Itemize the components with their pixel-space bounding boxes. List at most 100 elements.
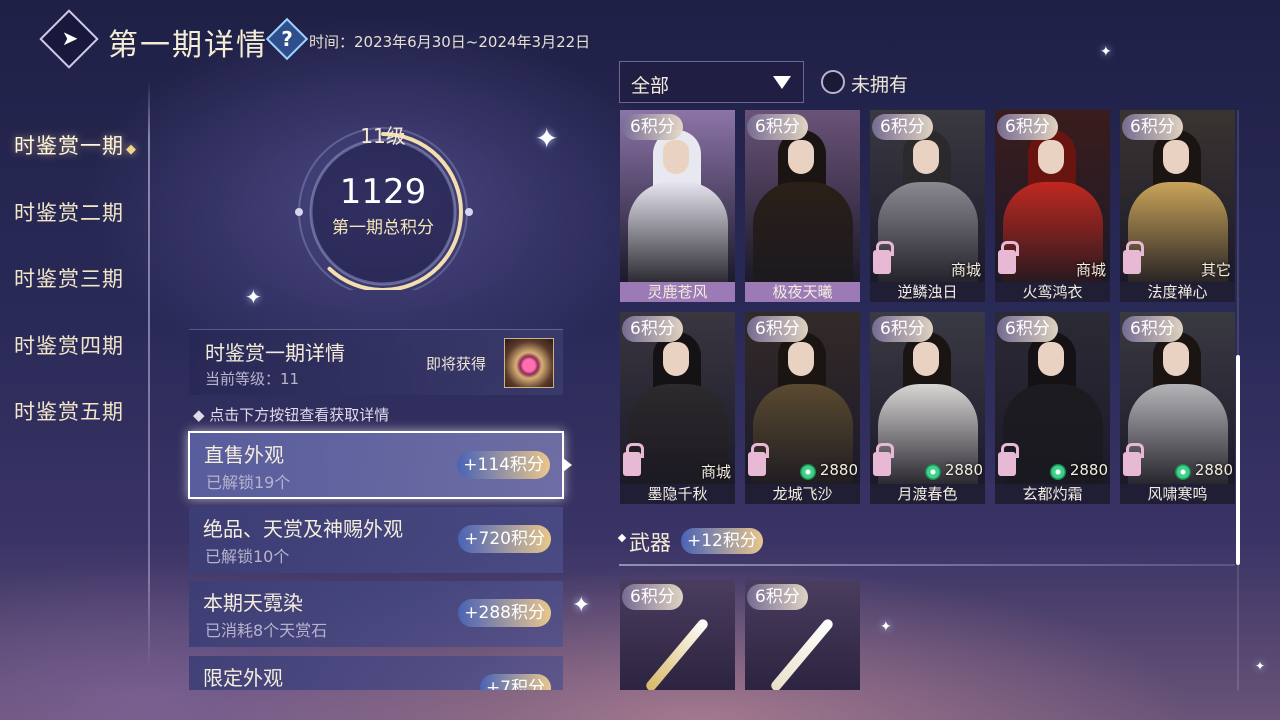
points-badge: 6积分	[872, 316, 933, 342]
category-title: 绝品、天赏及神赐外观	[203, 517, 403, 541]
lock-icon	[873, 241, 894, 274]
jade-coin-icon	[1175, 464, 1191, 480]
outfit-card[interactable]: 6积分 商城 火鸾鸿衣	[995, 110, 1110, 302]
points-badge: 6积分	[1122, 114, 1183, 140]
lock-icon	[998, 443, 1019, 476]
active-marker-icon: ◆	[126, 142, 137, 157]
source-label: 商城	[700, 463, 731, 481]
outfit-card[interactable]: 6积分极夜天曦	[745, 110, 860, 302]
filter-value: 全部	[631, 75, 670, 97]
sparkle-decoration: ✦	[535, 122, 559, 155]
total-score-label: 第一期总积分	[332, 218, 434, 238]
category-points-badge: +114积分	[457, 451, 550, 479]
tab-rail	[148, 80, 150, 670]
tab-period-4[interactable]: 时鉴赏四期	[14, 330, 137, 397]
outfit-card[interactable]: 6积分 2880 龙城飞沙	[745, 312, 860, 504]
category-direct-sale[interactable]: 直售外观 已解锁19个 +114积分	[188, 431, 564, 499]
category-subtitle: 已消耗8个天赏石	[205, 621, 328, 640]
lock-icon	[1123, 443, 1144, 476]
outfit-name: 极夜天曦	[745, 282, 860, 302]
category-title: 限定外观	[203, 666, 283, 690]
outfit-name: 风啸寒鸣	[1120, 484, 1235, 504]
lock-icon	[998, 241, 1019, 274]
points-badge: 6积分	[747, 316, 808, 342]
lock-icon	[748, 443, 769, 476]
period-tabs: 时鉴赏一期 ◆ 时鉴赏二期 时鉴赏三期 时鉴赏四期 时鉴赏五期	[14, 130, 137, 463]
weapon-card[interactable]: 6积分	[745, 580, 860, 690]
category-dye[interactable]: 本期天霓染 已消耗8个天赏石 +288积分	[189, 581, 563, 647]
jade-coin-icon	[1050, 464, 1066, 480]
selected-pointer-icon	[563, 458, 572, 472]
figure-outfit	[753, 182, 853, 292]
points-badge: 6积分	[872, 114, 933, 140]
outfit-name: 法度禅心	[1120, 282, 1235, 302]
ring-node	[465, 208, 473, 216]
outfit-card[interactable]: 6积分 2880 玄都灼霜	[995, 312, 1110, 504]
category-premium[interactable]: 绝品、天赏及神赐外观 已解锁10个 +720积分	[189, 507, 563, 573]
figure-face	[788, 140, 814, 174]
points-badge: 6积分	[997, 316, 1058, 342]
weapon-image	[644, 617, 710, 690]
source-label: 其它	[1200, 261, 1231, 279]
filter-dropdown[interactable]: 全部	[619, 61, 804, 103]
upcoming-reward-thumbnail[interactable]	[504, 338, 554, 388]
inner-ring	[309, 138, 457, 286]
points-badge: 6积分	[747, 114, 808, 140]
points-badge: 6积分	[997, 114, 1058, 140]
jade-coin-icon	[925, 464, 941, 480]
tab-period-3[interactable]: 时鉴赏三期	[14, 263, 137, 330]
category-points-badge: +720积分	[458, 525, 551, 553]
outfit-name: 龙城飞沙	[745, 484, 860, 504]
sparkle-decoration: ✦	[572, 593, 591, 618]
source-label: 商城	[950, 261, 981, 279]
section-title: 武器	[629, 531, 671, 555]
category-limited[interactable]: 限定外观 +7积分	[189, 656, 563, 690]
outfit-card[interactable]: 6积分 2880 风啸寒鸣	[1120, 312, 1235, 504]
outfit-name: 灵鹿苍风	[620, 282, 735, 302]
current-level: 11级	[360, 124, 406, 148]
chevron-down-icon	[773, 76, 791, 89]
total-score: 1129	[339, 172, 427, 212]
category-points-badge: +288积分	[458, 599, 551, 627]
outfit-card[interactable]: 6积分 商城 墨隐千秋	[620, 312, 735, 504]
divider	[619, 564, 1235, 566]
weapon-card[interactable]: 6积分	[620, 580, 735, 690]
category-subtitle: 已解锁10个	[205, 547, 290, 566]
scrollbar-thumb[interactable]	[1236, 355, 1240, 565]
figure-face	[1038, 140, 1064, 174]
outfit-name: 月渡春色	[870, 484, 985, 504]
points-badge: 6积分	[622, 584, 683, 610]
lock-icon	[623, 443, 644, 476]
figure-face	[1038, 342, 1064, 376]
tab-period-5[interactable]: 时鉴赏五期	[14, 396, 137, 463]
tab-period-2[interactable]: 时鉴赏二期	[14, 197, 137, 264]
page-title: 第一期详情	[108, 28, 268, 63]
outfit-card[interactable]: 6积分 2880 月渡春色	[870, 312, 985, 504]
sparkle-decoration: ✦	[1255, 659, 1266, 673]
points-badge: 6积分	[622, 316, 683, 342]
upcoming-reward-label: 即将获得	[426, 355, 487, 373]
outfit-card[interactable]: 6积分 灵鹿苍风	[620, 110, 735, 302]
section-points-badge: +12积分	[681, 528, 763, 554]
lock-icon	[873, 443, 894, 476]
figure-face	[913, 140, 939, 174]
price-label: 2880	[1194, 461, 1233, 479]
instruction-hint: ◆ 点击下方按钮查看获取详情	[193, 406, 390, 424]
figure-face	[663, 140, 689, 174]
not-owned-radio[interactable]	[821, 70, 845, 94]
weapon-image	[769, 617, 835, 690]
points-badge: 6积分	[747, 584, 808, 610]
lock-icon	[1123, 241, 1144, 274]
outfit-name: 玄都灼霜	[995, 484, 1110, 504]
tab-period-1[interactable]: 时鉴赏一期 ◆	[14, 130, 137, 197]
figure-outfit	[628, 182, 728, 292]
period-time: 时间：2023年6月30日~2024年3月22日	[309, 33, 591, 51]
figure-face	[788, 342, 814, 376]
category-title: 直售外观	[204, 443, 284, 467]
back-icon: ➤	[61, 26, 79, 50]
ring-node	[295, 208, 303, 216]
figure-face	[913, 342, 939, 376]
points-badge: 6积分	[1122, 316, 1183, 342]
outfit-card[interactable]: 6积分其它法度禅心	[1120, 110, 1235, 302]
outfit-card[interactable]: 6积分 商城 逆鳞浊日	[870, 110, 985, 302]
